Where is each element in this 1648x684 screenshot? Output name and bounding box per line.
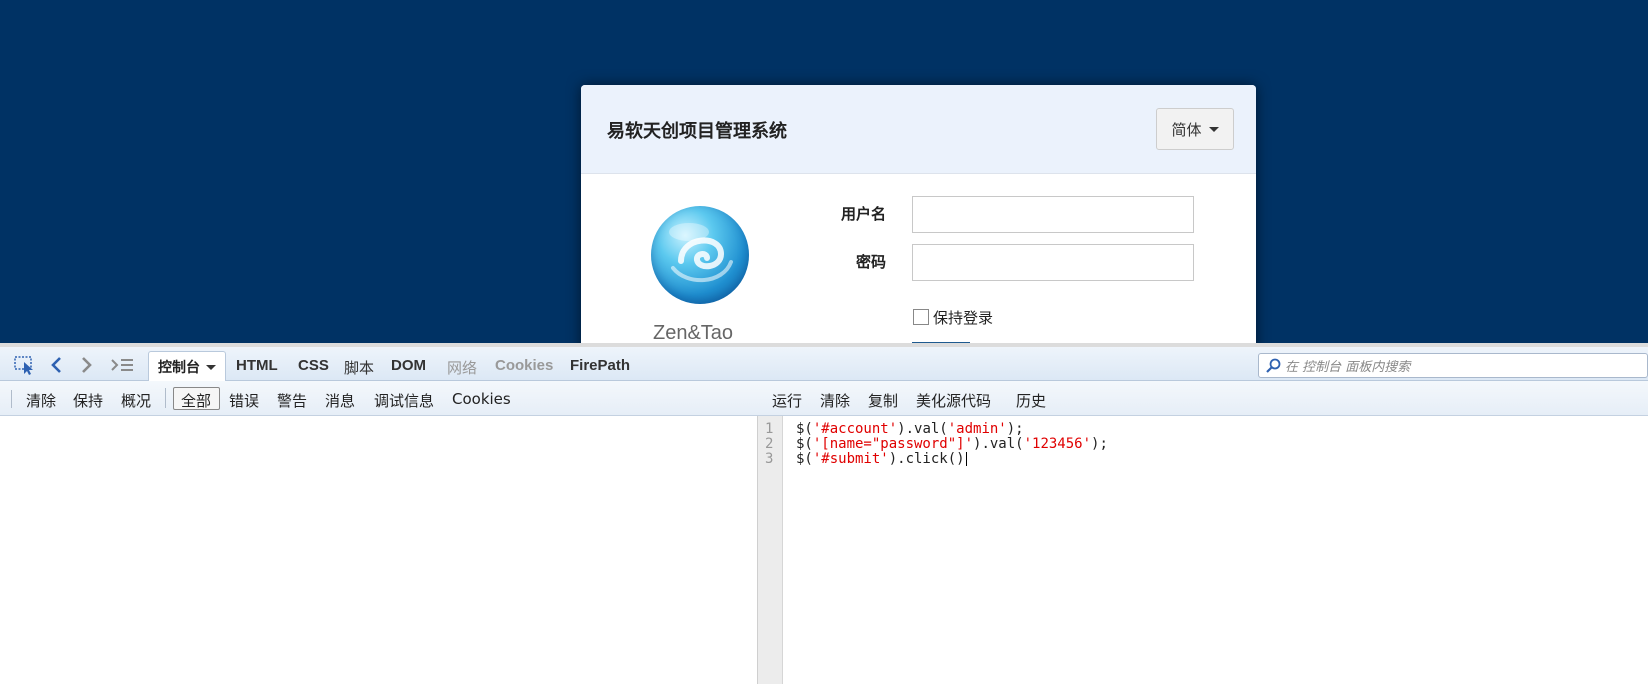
text-cursor xyxy=(965,452,967,466)
line-number: 2 xyxy=(765,436,774,452)
code-token: ); xyxy=(1091,436,1108,452)
tab-net[interactable]: 网络 xyxy=(447,357,477,378)
code-string: '#account' xyxy=(812,421,898,437)
login-panel: 易软天创项目管理系统 简体 Zen&Tao 用户名 密码 保持登录 xyxy=(581,85,1256,343)
page-background: 易软天创项目管理系统 简体 Zen&Tao 用户名 密码 保持登录 xyxy=(0,0,1648,343)
filter-all-button[interactable]: 全部 xyxy=(181,390,211,411)
command-editor-icon[interactable] xyxy=(110,355,134,375)
toolbar-grip xyxy=(11,390,12,408)
code-token: ).val( xyxy=(973,436,1024,452)
devtools-search[interactable]: 在 控制台 面板内搜索 xyxy=(1258,353,1648,378)
code-token: $( xyxy=(796,421,813,437)
console-toolbar: 清除 保持 概况 全部 错误 警告 消息 调试信息 Cookies 运行 清除 … xyxy=(0,381,1648,416)
command-editor[interactable]: $('#account').val('admin'); $('[name="pa… xyxy=(784,416,1648,684)
toolbar-separator xyxy=(165,388,166,408)
run-button[interactable]: 运行 xyxy=(772,390,802,411)
password-label: 密码 xyxy=(855,253,886,271)
chevron-down-icon xyxy=(206,364,216,370)
code-token: $( xyxy=(796,451,813,467)
tab-cookies[interactable]: Cookies xyxy=(495,357,553,374)
code-string: '[name="password"]' xyxy=(812,436,974,452)
language-label: 简体 xyxy=(1171,120,1202,139)
code-token: ); xyxy=(1006,421,1024,437)
line-number: 3 xyxy=(765,451,774,467)
pretty-print-button[interactable]: 美化源代码 xyxy=(916,390,991,411)
devtools-tabbar: 控制台 HTML CSS 脚本 DOM 网络 Cookies FirePath … xyxy=(0,347,1648,382)
code-string: '#submit' xyxy=(812,451,889,467)
login-header: 易软天创项目管理系统 简体 xyxy=(581,85,1256,174)
filter-cookies-button[interactable]: Cookies xyxy=(452,390,511,408)
language-button[interactable]: 简体 xyxy=(1156,108,1234,150)
console-output[interactable] xyxy=(0,416,758,684)
filter-debug-button[interactable]: 调试信息 xyxy=(374,390,434,411)
code-token: ).click() xyxy=(888,451,965,467)
tab-console-label: 控制台 xyxy=(158,360,200,376)
clear-button[interactable]: 清除 xyxy=(26,390,56,411)
search-placeholder: 在 控制台 面板内搜索 xyxy=(1285,360,1411,375)
login-title: 易软天创项目管理系统 xyxy=(607,121,787,142)
code-line: $('#submit').click() xyxy=(796,452,967,467)
forward-icon[interactable] xyxy=(80,355,94,375)
code-token: $( xyxy=(796,436,813,452)
zentao-logo-icon xyxy=(651,206,749,304)
persist-button[interactable]: 保持 xyxy=(73,390,103,411)
copy-button[interactable]: 复制 xyxy=(868,390,898,411)
caret-down-icon xyxy=(1208,126,1219,132)
tab-css[interactable]: CSS xyxy=(298,357,329,374)
tab-console[interactable]: 控制台 xyxy=(148,351,226,382)
code-string: '123456' xyxy=(1023,436,1092,452)
tab-dom[interactable]: DOM xyxy=(391,357,426,374)
editor-clear-button[interactable]: 清除 xyxy=(820,390,850,411)
history-button[interactable]: 历史 xyxy=(1016,390,1046,411)
back-icon[interactable] xyxy=(49,355,63,375)
code-string: 'admin' xyxy=(947,421,1007,437)
code-line: $('[name="password"]').val('123456'); xyxy=(796,437,1108,452)
remember-label: 保持登录 xyxy=(933,309,994,327)
logo-text: Zen&Tao xyxy=(653,322,734,343)
tab-firepath[interactable]: FirePath xyxy=(570,357,630,374)
code-line: $('#account').val('admin'); xyxy=(796,422,1024,437)
username-label: 用户名 xyxy=(840,205,886,223)
line-number: 1 xyxy=(765,421,774,437)
code-token: ).val( xyxy=(897,421,948,437)
filter-errors-button[interactable]: 错误 xyxy=(229,390,259,411)
tab-script[interactable]: 脚本 xyxy=(344,357,374,378)
filter-warnings-button[interactable]: 警告 xyxy=(277,390,307,411)
profile-button[interactable]: 概况 xyxy=(121,390,151,411)
search-icon xyxy=(1266,358,1281,373)
filter-info-button[interactable]: 消息 xyxy=(325,390,355,411)
devtools-panel: 控制台 HTML CSS 脚本 DOM 网络 Cookies FirePath … xyxy=(0,343,1648,684)
editor-gutter: 1 2 3 xyxy=(758,416,783,684)
username-input[interactable] xyxy=(912,196,1194,233)
password-input[interactable] xyxy=(912,244,1194,281)
remember-checkbox[interactable] xyxy=(913,309,929,325)
inspect-element-icon[interactable] xyxy=(14,355,36,375)
tab-html[interactable]: HTML xyxy=(236,357,278,374)
